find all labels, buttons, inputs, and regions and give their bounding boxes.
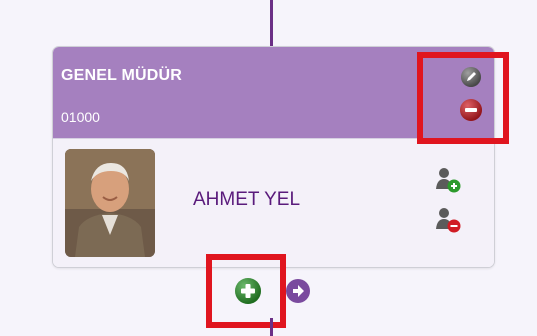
- highlight-box-node-actions: [417, 52, 509, 144]
- highlight-box-add-child: [206, 254, 286, 328]
- connector-line-bottom: [270, 318, 273, 336]
- user-add-icon: [436, 168, 461, 193]
- user-remove-icon: [436, 208, 461, 233]
- person-photo-image: [65, 149, 155, 257]
- node-body: AHMET YEL: [53, 139, 494, 267]
- person-photo: [65, 149, 155, 257]
- navigate-children-button[interactable]: [285, 278, 311, 304]
- remove-person-button[interactable]: [433, 205, 463, 235]
- person-name: AHMET YEL: [193, 189, 301, 210]
- node-title: GENEL MÜDÜR: [61, 67, 183, 84]
- node-code: 01000: [61, 109, 100, 125]
- add-person-button[interactable]: [433, 165, 463, 195]
- connector-line-top: [270, 0, 273, 46]
- arrow-right-circle-icon: [286, 279, 310, 303]
